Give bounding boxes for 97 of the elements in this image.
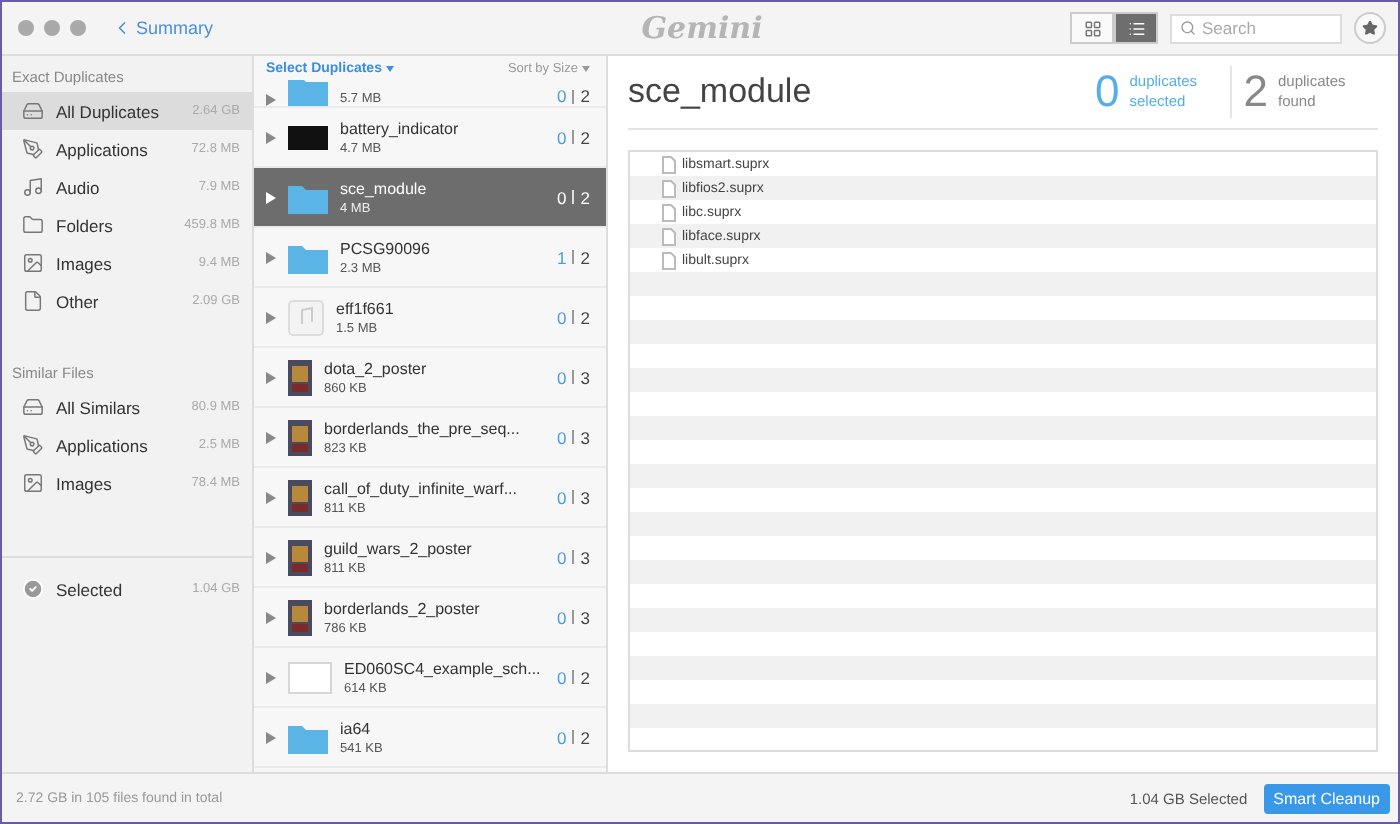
sidebar-item-label: Images [56,473,114,493]
total-count: 3 [580,427,590,447]
file-name: battery_indicator [340,119,461,137]
total-count: 3 [580,547,590,567]
caret-icon [582,65,590,71]
check-circle-icon [22,578,44,600]
drive-icon [22,396,44,418]
selected-count: 0 [557,487,567,507]
file-name: borderlands_the_pre_seq... [324,419,522,437]
file-name: guild_wars_2_poster [324,539,474,557]
folder-icon [22,214,44,236]
file-name: ia64 [340,719,373,737]
disclosure-triangle-icon[interactable] [266,371,276,383]
music-note-icon [22,176,44,198]
folder-icon [288,80,328,106]
sidebar-item-label: Applications [56,139,150,159]
selected-count: 0 [557,727,567,747]
file-name: dota_2_poster [324,359,429,377]
poster-thumbnail [288,479,312,515]
sidebar-item-label: All Similars [56,397,143,417]
sidebar-item-label: Images [56,253,114,273]
grid-icon [1083,19,1101,37]
file-name: sce_module [340,179,429,197]
total-count: 3 [580,607,590,627]
disclosure-triangle-icon[interactable] [266,731,276,743]
minimize-window-button[interactable] [44,20,60,36]
file-icon [22,290,44,312]
folder-icon [288,241,328,273]
favorite-button[interactable] [1354,12,1386,44]
close-window-button[interactable] [18,20,34,36]
blank-thumbnail [288,661,332,693]
file-name: PCSG90096 [340,239,432,257]
stat-number: 0 [1095,66,1120,118]
stat-number: 2 [1243,66,1268,118]
file-name: ED060SC4_example_sch... [344,659,543,677]
search-input[interactable]: Search [1202,18,1322,38]
disclosure-triangle-icon[interactable] [266,491,276,503]
poster-thumbnail [288,539,312,575]
list-icon [1127,19,1145,37]
disclosure-triangle-icon[interactable] [266,131,276,143]
disclosure-triangle-icon[interactable] [266,94,276,106]
pen-tool-icon [22,138,44,160]
total-count: 2 [580,86,590,106]
image-icon [22,252,44,274]
sidebar-item-label: Other [56,291,101,311]
total-count: 2 [580,127,590,147]
total-count: 2 [580,727,590,747]
search-icon [1180,20,1196,36]
sidebar-item-label: All Duplicates [56,101,161,121]
file-name: call_of_duty_infinite_warf... [324,479,519,497]
list-view-button[interactable] [1114,12,1158,44]
sidebar-item-label: Selected [56,579,125,599]
total-count: 2 [580,307,590,327]
drive-icon [22,100,44,122]
sidebar-item-label: Audio [56,177,102,197]
total-count: 2 [580,247,590,267]
pen-tool-icon [22,434,44,456]
selected-count: 0 [557,187,567,207]
total-count: 3 [580,367,590,387]
grid-view-button[interactable] [1070,12,1114,44]
total-count: 2 [580,667,590,687]
detail-title: sce_module [628,72,814,112]
selected-count: 0 [557,86,567,106]
disclosure-triangle-icon[interactable] [266,671,276,683]
app-logo: Gemini [641,10,763,46]
dark-thumbnail [288,125,328,149]
selected-count: 0 [557,667,567,687]
folder-icon [288,181,328,213]
zoom-window-button[interactable] [70,20,86,36]
poster-thumbnail [288,599,312,635]
selected-count: 1 [557,247,567,267]
star-icon [1362,20,1378,36]
file-name: borderlands_2_poster [324,599,482,617]
total-count: 2 [580,187,590,207]
search-field[interactable]: Search [1170,13,1342,43]
disclosure-triangle-icon[interactable] [266,551,276,563]
disclosure-triangle-icon[interactable] [266,431,276,443]
sidebar-item-label: Applications [56,435,150,455]
file-name: eff1f661 [336,299,396,317]
disclosure-triangle-icon[interactable] [266,311,276,323]
disclosure-triangle-icon[interactable] [266,611,276,623]
selected-count: 0 [557,427,567,447]
selected-count: 0 [557,307,567,327]
selected-count: 0 [557,367,567,387]
total-count: 3 [580,487,590,507]
folder-icon [288,721,328,753]
selected-count: 0 [557,607,567,627]
caret-icon [385,65,394,71]
disclosure-triangle-icon[interactable] [266,251,276,263]
image-icon [22,472,44,494]
poster-thumbnail [288,419,312,455]
sidebar-item-label: Folders [56,215,115,235]
music-file-thumbnail [288,299,324,335]
selected-count: 0 [557,127,567,147]
poster-thumbnail [288,359,312,395]
disclosure-triangle-icon[interactable] [266,191,276,203]
selected-count: 0 [557,547,567,567]
